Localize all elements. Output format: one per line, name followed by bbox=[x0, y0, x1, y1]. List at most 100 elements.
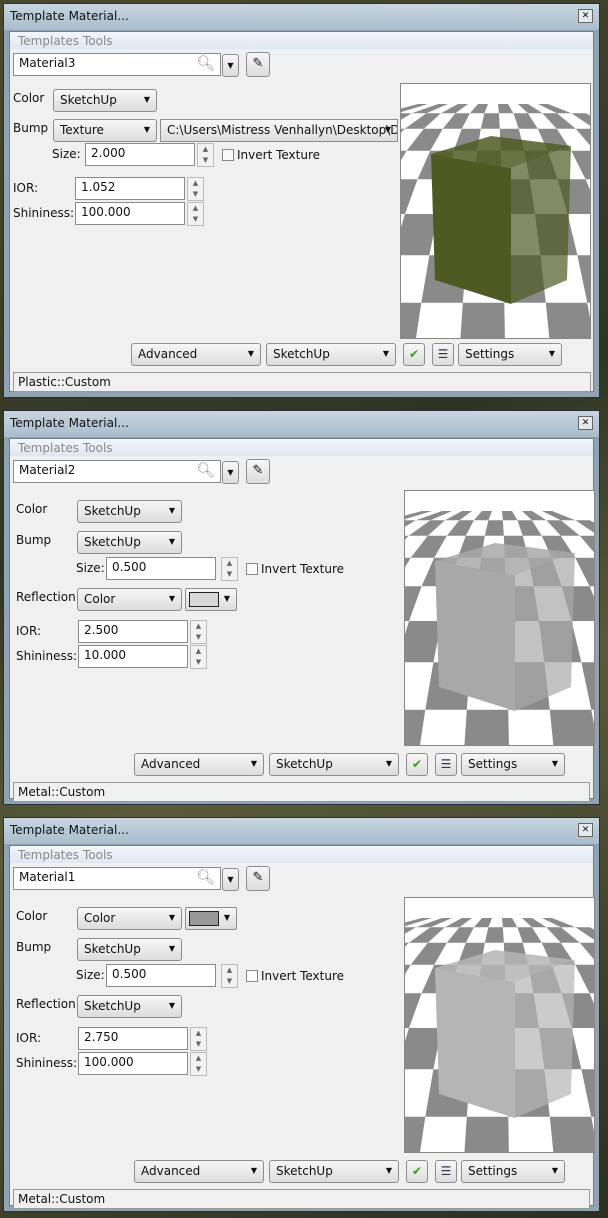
field-label-bump: Bump bbox=[16, 533, 52, 547]
renderer-select[interactable]: SketchUp bbox=[269, 753, 399, 776]
size-spinner[interactable]: ▲ ▼ bbox=[221, 557, 238, 581]
shininess-spinner[interactable]: ▲ ▼ bbox=[187, 202, 204, 226]
shininess-spinner[interactable]: ▲ ▼ bbox=[190, 1052, 207, 1076]
preview-scene bbox=[405, 918, 594, 1152]
floor-tile bbox=[464, 1116, 509, 1152]
material-dropdown-button[interactable]: ▼ bbox=[222, 54, 239, 77]
material-name-input[interactable]: Material1 bbox=[13, 867, 221, 890]
close-button[interactable]: ✕ bbox=[578, 9, 593, 23]
shininess-input[interactable]: 10.000 bbox=[78, 645, 188, 668]
field-label-reflection: Reflection bbox=[16, 997, 76, 1011]
swatch-color-picker[interactable] bbox=[185, 907, 237, 930]
floor-tile bbox=[404, 113, 441, 129]
floor-tile bbox=[579, 942, 594, 960]
invert-texture-label: Invert Texture bbox=[237, 148, 321, 162]
bump-select[interactable]: SketchUp bbox=[77, 531, 182, 554]
ior-spinner[interactable]: ▲ ▼ bbox=[190, 1027, 207, 1051]
ior-spinner[interactable]: ▲ ▼ bbox=[187, 177, 204, 201]
apply-check-button[interactable]: ✔ bbox=[403, 343, 425, 366]
floor-tile bbox=[484, 927, 504, 943]
shininess-input[interactable]: 100.000 bbox=[78, 1052, 188, 1075]
bump-select[interactable]: Texture bbox=[53, 119, 157, 142]
swatch-color-picker[interactable] bbox=[185, 588, 237, 611]
floor-tile bbox=[405, 1116, 426, 1152]
title-bar[interactable]: Template Material... ✕ bbox=[4, 411, 599, 437]
material-dropdown-button[interactable]: ▼ bbox=[222, 868, 239, 891]
floor-tile bbox=[546, 520, 580, 536]
search-icon: 🔍︎ bbox=[196, 461, 216, 479]
size-input[interactable]: 0.500 bbox=[106, 964, 216, 987]
floor-tile bbox=[444, 511, 472, 521]
ior-input[interactable]: 2.500 bbox=[78, 620, 188, 643]
menu-tools[interactable]: Tools bbox=[83, 34, 113, 48]
floor-tile bbox=[405, 1028, 442, 1070]
eyedropper-button[interactable]: ✎ bbox=[246, 459, 270, 484]
menu-templates[interactable]: Templates bbox=[18, 441, 79, 455]
floor-tile bbox=[405, 535, 409, 540]
floor-tile bbox=[581, 1069, 594, 1117]
settings-select[interactable]: Settings bbox=[461, 753, 565, 776]
reflection-select[interactable]: Color bbox=[77, 588, 182, 611]
floor-tile bbox=[575, 927, 594, 940]
floor-tile bbox=[542, 113, 576, 129]
close-button[interactable]: ✕ bbox=[578, 823, 593, 837]
field-label-bump: Bump bbox=[16, 940, 52, 954]
color-select[interactable]: Color bbox=[77, 907, 182, 930]
shininess-input[interactable]: 100.000 bbox=[75, 202, 185, 225]
size-input[interactable]: 2.000 bbox=[85, 143, 195, 166]
list-button[interactable]: ☰ bbox=[435, 753, 457, 776]
material-name-input[interactable]: Material3 bbox=[13, 53, 221, 76]
floor-tile bbox=[469, 104, 488, 114]
advanced-select[interactable]: Advanced bbox=[134, 753, 264, 776]
size-label: Size: bbox=[76, 968, 105, 982]
title-bar[interactable]: Template Material... ✕ bbox=[4, 4, 599, 30]
invert-texture-checkbox[interactable] bbox=[246, 563, 258, 575]
cube-front bbox=[435, 561, 515, 711]
renderer-select[interactable]: SketchUp bbox=[269, 1160, 399, 1183]
size-input[interactable]: 0.500 bbox=[106, 557, 216, 580]
material-dropdown-button[interactable]: ▼ bbox=[222, 461, 239, 484]
ior-input[interactable]: 2.750 bbox=[78, 1027, 188, 1050]
floor-tile bbox=[473, 918, 492, 928]
reflection-select[interactable]: SketchUp bbox=[77, 995, 182, 1018]
floor-tile bbox=[473, 511, 492, 521]
size-spinner[interactable]: ▲ ▼ bbox=[197, 143, 214, 167]
floor-tile bbox=[401, 128, 405, 133]
color-select[interactable]: SketchUp bbox=[77, 500, 182, 523]
menu-tools[interactable]: Tools bbox=[83, 848, 113, 862]
eyedropper-button[interactable]: ✎ bbox=[246, 52, 270, 77]
advanced-select[interactable]: Advanced bbox=[131, 343, 261, 366]
texture-path-select[interactable]: C:\Users\Mistress Venhallyn\Desktop\De bbox=[160, 119, 398, 142]
apply-check-button[interactable]: ✔ bbox=[406, 1160, 428, 1183]
field-label-color: Color bbox=[13, 91, 45, 105]
invert-texture-checkbox[interactable] bbox=[246, 970, 258, 982]
eyedropper-button[interactable]: ✎ bbox=[246, 866, 270, 891]
list-button[interactable]: ☰ bbox=[435, 1160, 457, 1183]
menu-tools[interactable]: Tools bbox=[83, 441, 113, 455]
floor-tile bbox=[410, 535, 447, 558]
advanced-select[interactable]: Advanced bbox=[134, 1160, 264, 1183]
bump-select[interactable]: SketchUp bbox=[77, 938, 182, 961]
settings-select[interactable]: Settings bbox=[458, 343, 562, 366]
ior-input[interactable]: 1.052 bbox=[75, 177, 185, 200]
ior-spinner[interactable]: ▲ ▼ bbox=[190, 620, 207, 644]
apply-check-button[interactable]: ✔ bbox=[406, 753, 428, 776]
menu-templates[interactable]: Templates bbox=[18, 34, 79, 48]
settings-select[interactable]: Settings bbox=[461, 1160, 565, 1183]
title-bar[interactable]: Template Material... ✕ bbox=[4, 818, 599, 844]
window-body: Templates Tools Material2 🔍︎ ▼ ✎ Color SketchUp… bbox=[9, 438, 595, 802]
shininess-spinner[interactable]: ▲ ▼ bbox=[190, 645, 207, 669]
floor-tile bbox=[546, 927, 580, 943]
ior-label: IOR: bbox=[16, 624, 41, 638]
list-button[interactable]: ☰ bbox=[432, 343, 454, 366]
floor-tile bbox=[405, 586, 422, 621]
menu-templates[interactable]: Templates bbox=[18, 848, 79, 862]
floor-tile bbox=[571, 113, 590, 126]
color-select[interactable]: SketchUp bbox=[53, 89, 157, 112]
invert-texture-checkbox[interactable] bbox=[222, 149, 234, 161]
size-spinner[interactable]: ▲ ▼ bbox=[221, 964, 238, 988]
close-button[interactable]: ✕ bbox=[578, 416, 593, 430]
material-name-input[interactable]: Material2 bbox=[13, 460, 221, 483]
renderer-select[interactable]: SketchUp bbox=[266, 343, 396, 366]
ior-label: IOR: bbox=[13, 181, 38, 195]
